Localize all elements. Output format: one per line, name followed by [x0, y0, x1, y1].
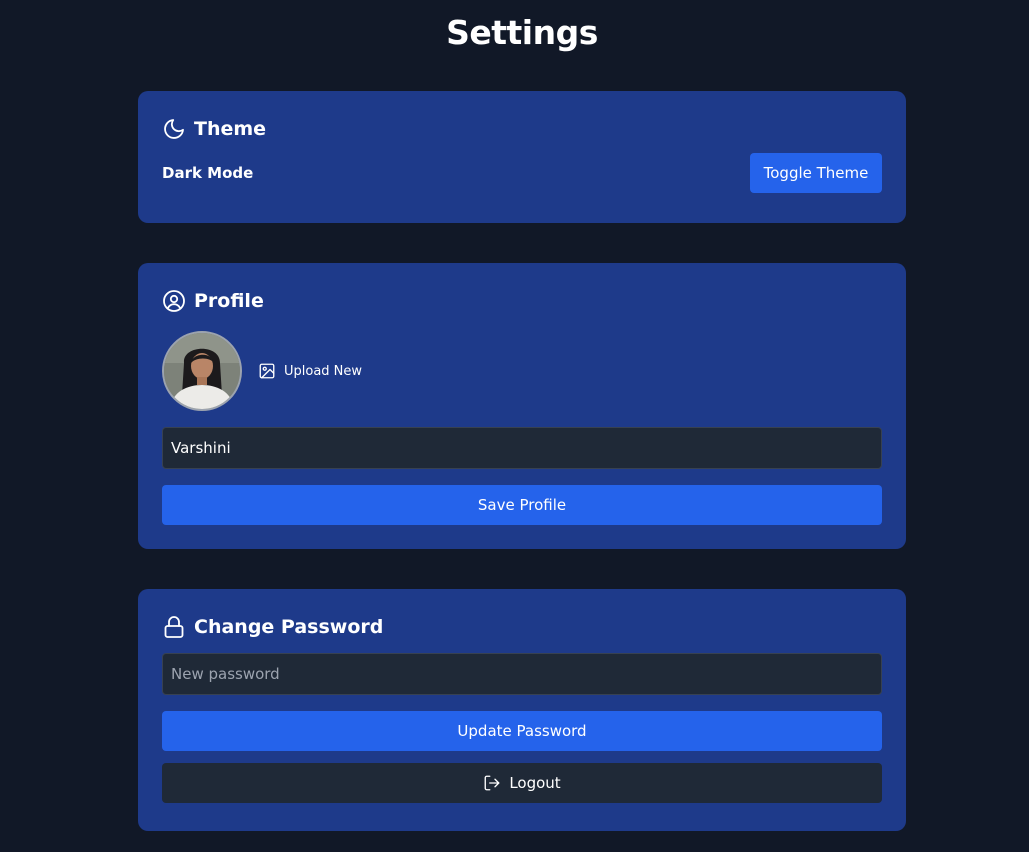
dark-mode-label: Dark Mode	[162, 164, 254, 182]
logout-label: Logout	[509, 774, 561, 792]
upload-new-label: Upload New	[284, 363, 363, 379]
image-icon	[258, 362, 276, 380]
update-password-button[interactable]: Update Password	[162, 711, 882, 751]
moon-icon	[162, 117, 186, 141]
profile-card: Profile Upload New Varshini Save Profile	[138, 263, 906, 549]
save-profile-button[interactable]: Save Profile	[162, 485, 882, 525]
theme-card-header: Theme	[162, 115, 882, 143]
new-password-input[interactable]	[162, 653, 882, 695]
upload-new-button[interactable]: Upload New	[258, 362, 362, 380]
profile-card-header: Profile	[162, 287, 882, 315]
theme-card: Theme Dark Mode Toggle Theme	[138, 91, 906, 223]
dark-mode-row: Dark Mode Toggle Theme	[162, 153, 882, 193]
logout-icon	[483, 774, 509, 792]
page-title: Settings	[446, 13, 598, 52]
change-password-card: Change Password Update Password Logout	[138, 589, 906, 831]
avatar-row: Upload New	[162, 331, 882, 411]
user-circle-icon	[162, 289, 186, 313]
toggle-theme-button[interactable]: Toggle Theme	[750, 153, 882, 193]
avatar-photo	[164, 333, 240, 409]
lock-icon	[162, 615, 186, 639]
avatar	[162, 331, 242, 411]
name-input[interactable]	[162, 427, 882, 469]
logout-button[interactable]: Logout	[162, 763, 882, 803]
theme-card-title: Theme	[194, 118, 267, 140]
password-card-header: Change Password	[162, 613, 882, 641]
password-card-title: Change Password	[194, 616, 384, 638]
profile-card-title: Profile	[194, 290, 264, 312]
